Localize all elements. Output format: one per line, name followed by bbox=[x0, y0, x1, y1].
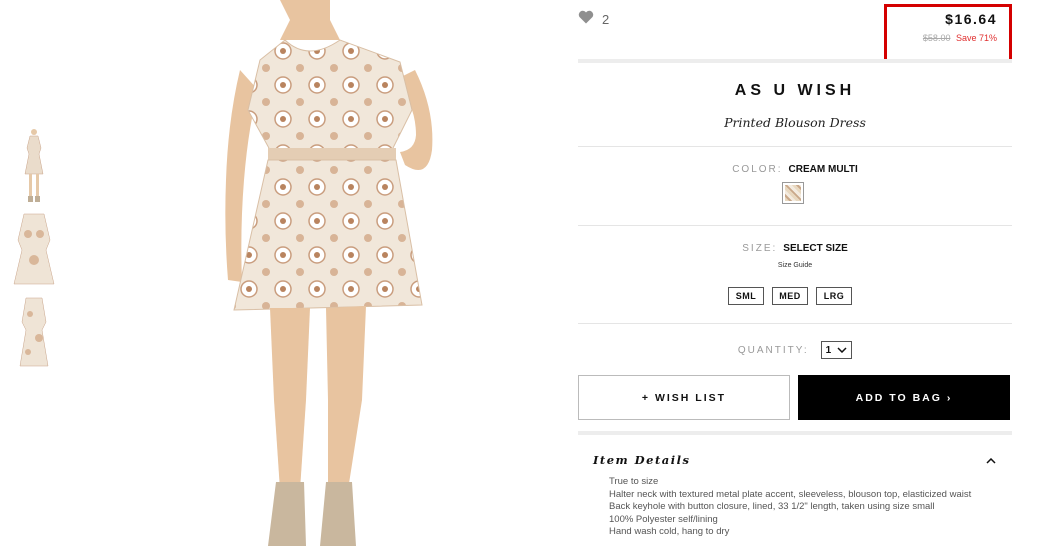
size-option-lrg[interactable]: LRG bbox=[816, 287, 852, 305]
item-details-toggle[interactable]: Item Details bbox=[593, 451, 996, 469]
detail-line: Hand wash cold, hang to dry bbox=[609, 526, 730, 537]
thumbnail-list bbox=[12, 126, 56, 378]
price-subline: $58.00 Save 71% bbox=[887, 33, 997, 43]
main-product-image[interactable] bbox=[130, 0, 540, 546]
size-option-med[interactable]: MED bbox=[772, 287, 808, 305]
color-swatch-cream-multi[interactable] bbox=[782, 182, 804, 204]
item-details-list: True to size Halter neck with textured m… bbox=[609, 476, 999, 539]
chevron-up-icon bbox=[986, 451, 996, 469]
dress-model-image bbox=[130, 0, 540, 546]
color-label: COLOR: bbox=[732, 164, 783, 175]
product-info-panel: 2 $16.64 $58.00 Save 71% AS U WISH Print… bbox=[578, 0, 1012, 546]
divider bbox=[578, 59, 1012, 63]
thumbnail-back-image bbox=[12, 294, 56, 372]
divider bbox=[578, 431, 1012, 435]
product-name: Printed Blouson Dress bbox=[724, 115, 866, 130]
detail-line: 100% Polyester self/lining bbox=[609, 513, 718, 525]
quantity-label: QUANTITY: bbox=[737, 344, 809, 356]
original-price: $58.00 bbox=[922, 33, 951, 43]
favorite-toggle[interactable]: 2 bbox=[578, 10, 609, 29]
detail-line: True to size bbox=[609, 476, 659, 487]
sale-price: $16.64 bbox=[945, 11, 997, 27]
divider bbox=[578, 323, 1012, 324]
savings-badge: Save 71% bbox=[955, 33, 997, 43]
size-row: SIZE: SELECT SIZE bbox=[578, 243, 1012, 254]
swatch-pattern bbox=[785, 185, 801, 201]
size-value: SELECT SIZE bbox=[783, 243, 848, 254]
heart-icon bbox=[578, 10, 594, 29]
chevron-down-icon bbox=[837, 345, 847, 356]
size-options: SML MED LRG bbox=[728, 287, 852, 305]
quantity-select[interactable]: 1 bbox=[820, 341, 853, 359]
add-to-bag-button[interactable]: ADD TO BAG › bbox=[798, 375, 1010, 420]
price-box: $16.64 $58.00 Save 71% bbox=[884, 4, 1012, 62]
quantity-value: 1 bbox=[825, 344, 832, 356]
thumbnail-back[interactable] bbox=[12, 294, 56, 372]
thumbnail-detail[interactable] bbox=[12, 210, 56, 288]
thumbnail-front[interactable] bbox=[12, 126, 56, 204]
detail-line: Back keyhole with button closure, lined,… bbox=[609, 501, 935, 512]
size-guide-link[interactable]: Size Guide bbox=[578, 262, 1012, 269]
thumbnail-front-image bbox=[12, 126, 56, 204]
divider bbox=[578, 146, 1012, 147]
size-label: SIZE: bbox=[742, 243, 778, 254]
detail-line: Halter neck with textured metal plate ac… bbox=[609, 488, 972, 500]
quantity-row: QUANTITY: 1 bbox=[578, 341, 1012, 359]
item-details-title: Item Details bbox=[593, 453, 691, 467]
brand-name: AS U WISH bbox=[734, 82, 856, 99]
favorite-count: 2 bbox=[602, 12, 610, 27]
size-option-sml[interactable]: SML bbox=[728, 287, 764, 305]
thumbnail-detail-image bbox=[12, 210, 56, 288]
color-value: CREAM MULTI bbox=[788, 164, 858, 175]
color-row: COLOR: CREAM MULTI bbox=[578, 164, 1012, 175]
wish-list-button[interactable]: + WISH LIST bbox=[578, 375, 790, 420]
divider bbox=[578, 225, 1012, 226]
